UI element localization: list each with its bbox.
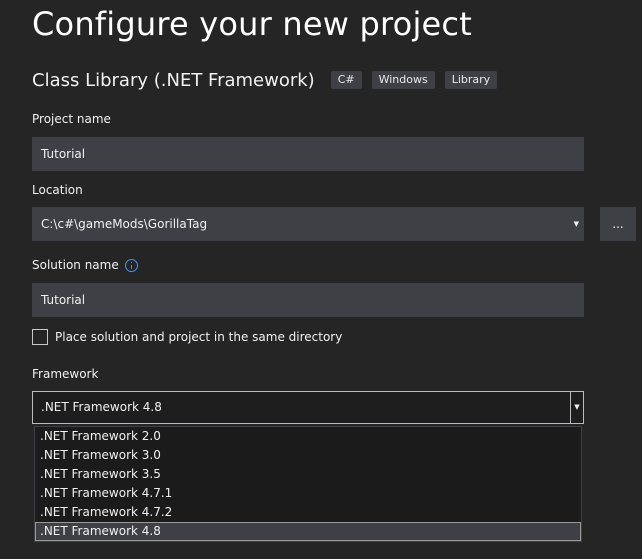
same-directory-label: Place solution and project in the same d…	[55, 330, 343, 344]
same-directory-checkbox[interactable]	[32, 329, 48, 345]
solution-name-input[interactable]: Tutorial	[32, 283, 584, 317]
template-name: Class Library (.NET Framework)	[32, 69, 315, 91]
tag-project-type: Library	[444, 71, 498, 89]
framework-option[interactable]: .NET Framework 3.0	[35, 446, 581, 465]
page-title: Configure your new project	[32, 5, 472, 43]
framework-option-selected[interactable]: .NET Framework 4.8	[35, 522, 581, 541]
framework-option[interactable]: .NET Framework 4.7.2	[35, 503, 581, 522]
solution-name-label: Solution name	[32, 258, 119, 272]
framework-label: Framework	[32, 367, 99, 381]
framework-select[interactable]: .NET Framework 4.8 ▼	[32, 391, 584, 424]
framework-option[interactable]: .NET Framework 2.0	[35, 427, 581, 446]
location-dropdown-icon[interactable]: ▼	[574, 207, 579, 241]
chevron-down-icon[interactable]: ▼	[570, 392, 583, 423]
solution-name-label-row: Solution name	[32, 258, 138, 272]
tag-language: C#	[330, 71, 362, 89]
project-name-input[interactable]: Tutorial	[32, 137, 584, 171]
project-name-label: Project name	[32, 112, 111, 126]
template-row: Class Library (.NET Framework) C# Window…	[32, 68, 507, 92]
info-icon[interactable]	[124, 258, 138, 272]
tag-platform: Windows	[371, 71, 435, 89]
browse-location-button[interactable]: ...	[600, 207, 636, 241]
framework-option[interactable]: .NET Framework 4.7.1	[35, 484, 581, 503]
framework-selected-value: .NET Framework 4.8	[41, 400, 162, 414]
framework-option[interactable]: .NET Framework 3.5	[35, 465, 581, 484]
same-directory-option[interactable]: Place solution and project in the same d…	[32, 329, 342, 345]
location-value: C:\c#\gameMods\GorillaTag	[41, 217, 208, 231]
location-combobox[interactable]: C:\c#\gameMods\GorillaTag ▼	[32, 207, 584, 241]
location-label: Location	[32, 183, 83, 197]
framework-dropdown-list: .NET Framework 2.0 .NET Framework 3.0 .N…	[34, 426, 582, 542]
